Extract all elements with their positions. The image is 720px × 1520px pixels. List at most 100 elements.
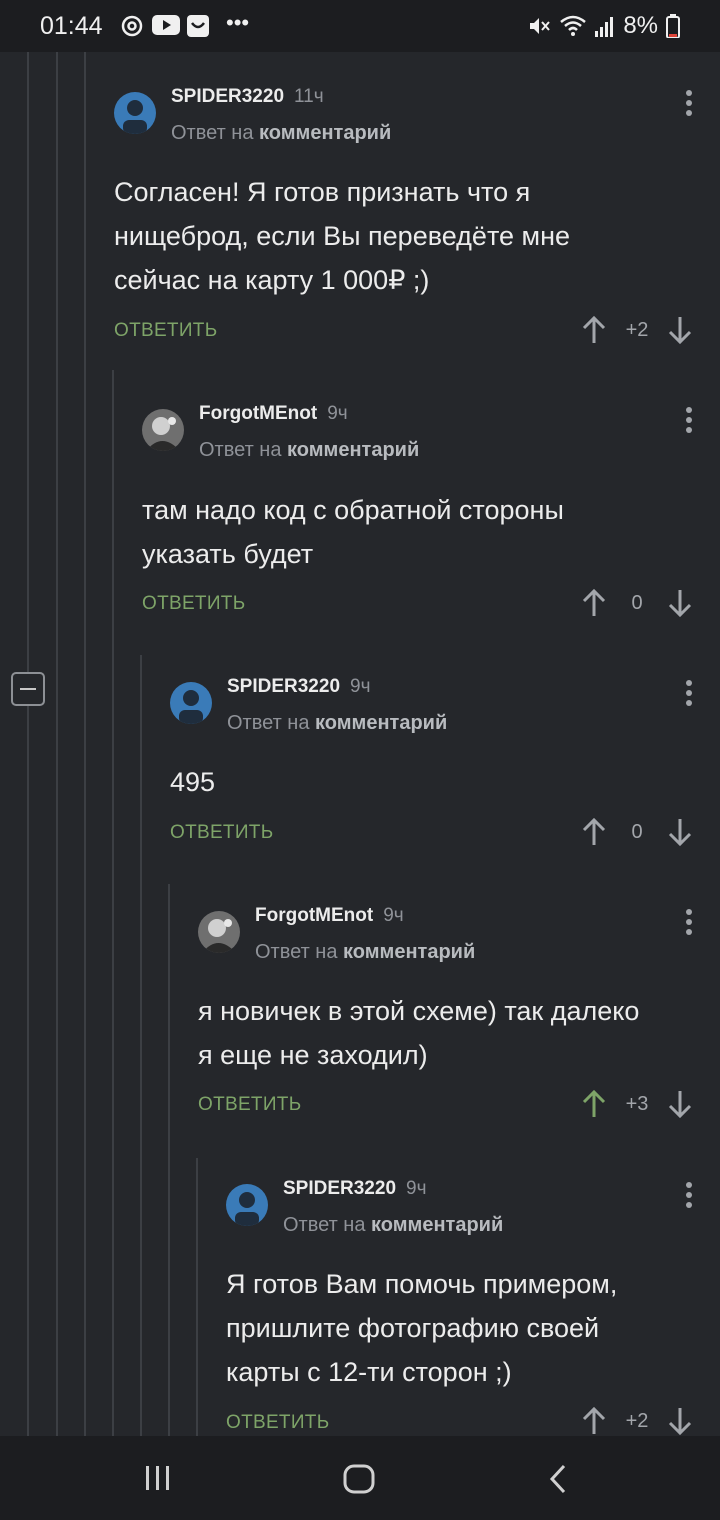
reply-target-link[interactable]: комментарий: [259, 122, 391, 144]
reply-target-link[interactable]: комментарий: [287, 439, 419, 461]
comment-body: Согласен! Я готов признать что я нищебро…: [114, 170, 570, 302]
reply-target-link[interactable]: комментарий: [343, 941, 475, 963]
author-name[interactable]: ForgotMEnot: [199, 403, 317, 425]
comment: ForgotMEnot 9ч Ответ на комментарий там …: [142, 403, 720, 633]
back-icon[interactable]: [548, 1464, 568, 1494]
comment: SPIDER3220 9ч Ответ на комментарий Я гот…: [226, 1178, 720, 1436]
reply-to-line: Ответ на комментарий: [171, 122, 391, 145]
vote-score: +2: [625, 1409, 649, 1432]
comment-line: Я готов Вам помочь примером,: [226, 1269, 618, 1299]
reply-prefix: Ответ на: [255, 941, 338, 963]
reply-button[interactable]: ОТВЕТИТЬ: [142, 593, 245, 615]
comment-body: я новичек в этой схеме) так далеко я еще…: [198, 989, 639, 1077]
mute-icon: [530, 18, 551, 34]
reply-to-line: Ответ на комментарий: [255, 941, 475, 964]
wifi-icon: [560, 15, 587, 36]
comment-body: 495: [170, 760, 215, 804]
vote-score: +3: [625, 1092, 649, 1115]
more-notifications-icon: •••: [226, 10, 250, 35]
signal-icon: [595, 17, 614, 37]
reply-prefix: Ответ на: [171, 122, 254, 144]
thread-line: [140, 655, 142, 1436]
comment-line: сейчас на карту 1 000₽ ;): [114, 265, 430, 295]
comment: ForgotMEnot 9ч Ответ на комментарий я но…: [198, 905, 720, 1135]
reply-button[interactable]: ОТВЕТИТЬ: [114, 320, 217, 342]
comment-body: там надо код с обратной стороны указать …: [142, 488, 564, 576]
downvote-icon[interactable]: [666, 817, 694, 847]
comment: SPIDER3220 9ч Ответ на комментарий 495 О…: [170, 676, 720, 856]
reply-button[interactable]: ОТВЕТИТЬ: [226, 1412, 329, 1434]
reply-to-line: Ответ на комментарий: [227, 712, 447, 735]
more-options-icon[interactable]: [684, 407, 694, 437]
comment-line: пришлите фотографию своей: [226, 1313, 600, 1343]
comment-line: Согласен! Я готов признать что я: [114, 177, 531, 207]
author-name[interactable]: SPIDER3220: [171, 86, 284, 108]
more-options-icon[interactable]: [684, 1182, 694, 1212]
comment-line: 495: [170, 767, 216, 797]
upvote-icon[interactable]: [580, 1089, 608, 1119]
reply-to-line: Ответ на комментарий: [199, 439, 419, 462]
more-options-icon[interactable]: [684, 909, 694, 939]
upvote-icon[interactable]: [580, 588, 608, 618]
comment-time: 9ч: [350, 676, 371, 697]
system-nav-bar: [0, 1436, 720, 1520]
comment-line: нищеброд, если Вы переведёте мне: [114, 221, 571, 251]
pikabu-icon: [187, 15, 209, 37]
avatar[interactable]: [226, 1184, 268, 1226]
thread-line: [27, 52, 29, 672]
comment-time: 11ч: [294, 86, 324, 107]
thread-line: [196, 1158, 198, 1436]
reply-button[interactable]: ОТВЕТИТЬ: [170, 822, 273, 844]
thread-line: [27, 706, 29, 1436]
comment: SPIDER3220 11ч Ответ на комментарий Согл…: [114, 86, 720, 356]
downvote-icon[interactable]: [666, 1406, 694, 1436]
status-time: 01:44: [40, 12, 103, 40]
comment-line: там надо код с обратной стороны: [142, 495, 564, 525]
author-name[interactable]: SPIDER3220: [283, 1178, 396, 1200]
downvote-icon[interactable]: [666, 1089, 694, 1119]
author-name[interactable]: ForgotMEnot: [255, 905, 373, 927]
avatar[interactable]: [170, 682, 212, 724]
avatar[interactable]: [114, 92, 156, 134]
downvote-icon[interactable]: [666, 588, 694, 618]
comment-line: карты с 12-ти сторон ;): [226, 1357, 512, 1387]
collapse-thread-button[interactable]: [11, 672, 45, 706]
avatar[interactable]: [142, 409, 184, 451]
home-icon[interactable]: [343, 1464, 375, 1494]
vote-score: 0: [631, 820, 643, 843]
more-options-icon[interactable]: [684, 680, 694, 710]
reply-to-line: Ответ на комментарий: [283, 1214, 503, 1237]
vote-score: +2: [625, 318, 649, 341]
author-name[interactable]: SPIDER3220: [227, 676, 340, 698]
vote-controls: +3: [580, 1089, 694, 1119]
reply-button[interactable]: ОТВЕТИТЬ: [198, 1094, 301, 1116]
upvote-icon[interactable]: [580, 315, 608, 345]
reply-target-link[interactable]: комментарий: [371, 1214, 503, 1236]
sync-icon: [121, 15, 143, 37]
downvote-icon[interactable]: [666, 315, 694, 345]
reply-prefix: Ответ на: [199, 439, 282, 461]
comment-time: 9ч: [406, 1178, 427, 1199]
status-bar: 01:44 ••• 8%: [0, 0, 720, 52]
thread-line: [84, 52, 86, 1436]
recent-apps-icon[interactable]: [144, 1464, 172, 1492]
comment-line: я новичек в этой схеме) так далеко: [198, 996, 640, 1026]
thread-line: [112, 370, 114, 1436]
vote-controls: +2: [580, 1406, 694, 1436]
thread-line: [168, 884, 170, 1436]
upvote-icon[interactable]: [580, 1406, 608, 1436]
comment-line: указать будет: [142, 539, 314, 569]
vote-controls: 0: [580, 588, 694, 618]
more-options-icon[interactable]: [684, 90, 694, 120]
vote-controls: +2: [580, 315, 694, 345]
vote-controls: 0: [580, 817, 694, 847]
upvote-icon[interactable]: [580, 817, 608, 847]
comment-time: 9ч: [327, 403, 348, 424]
reply-target-link[interactable]: комментарий: [315, 712, 447, 734]
comment-line: я еще не заходил): [198, 1040, 428, 1070]
avatar[interactable]: [198, 911, 240, 953]
battery-icon: [666, 14, 680, 38]
reply-prefix: Ответ на: [227, 712, 310, 734]
battery-percent: 8%: [623, 12, 658, 39]
reply-prefix: Ответ на: [283, 1214, 366, 1236]
